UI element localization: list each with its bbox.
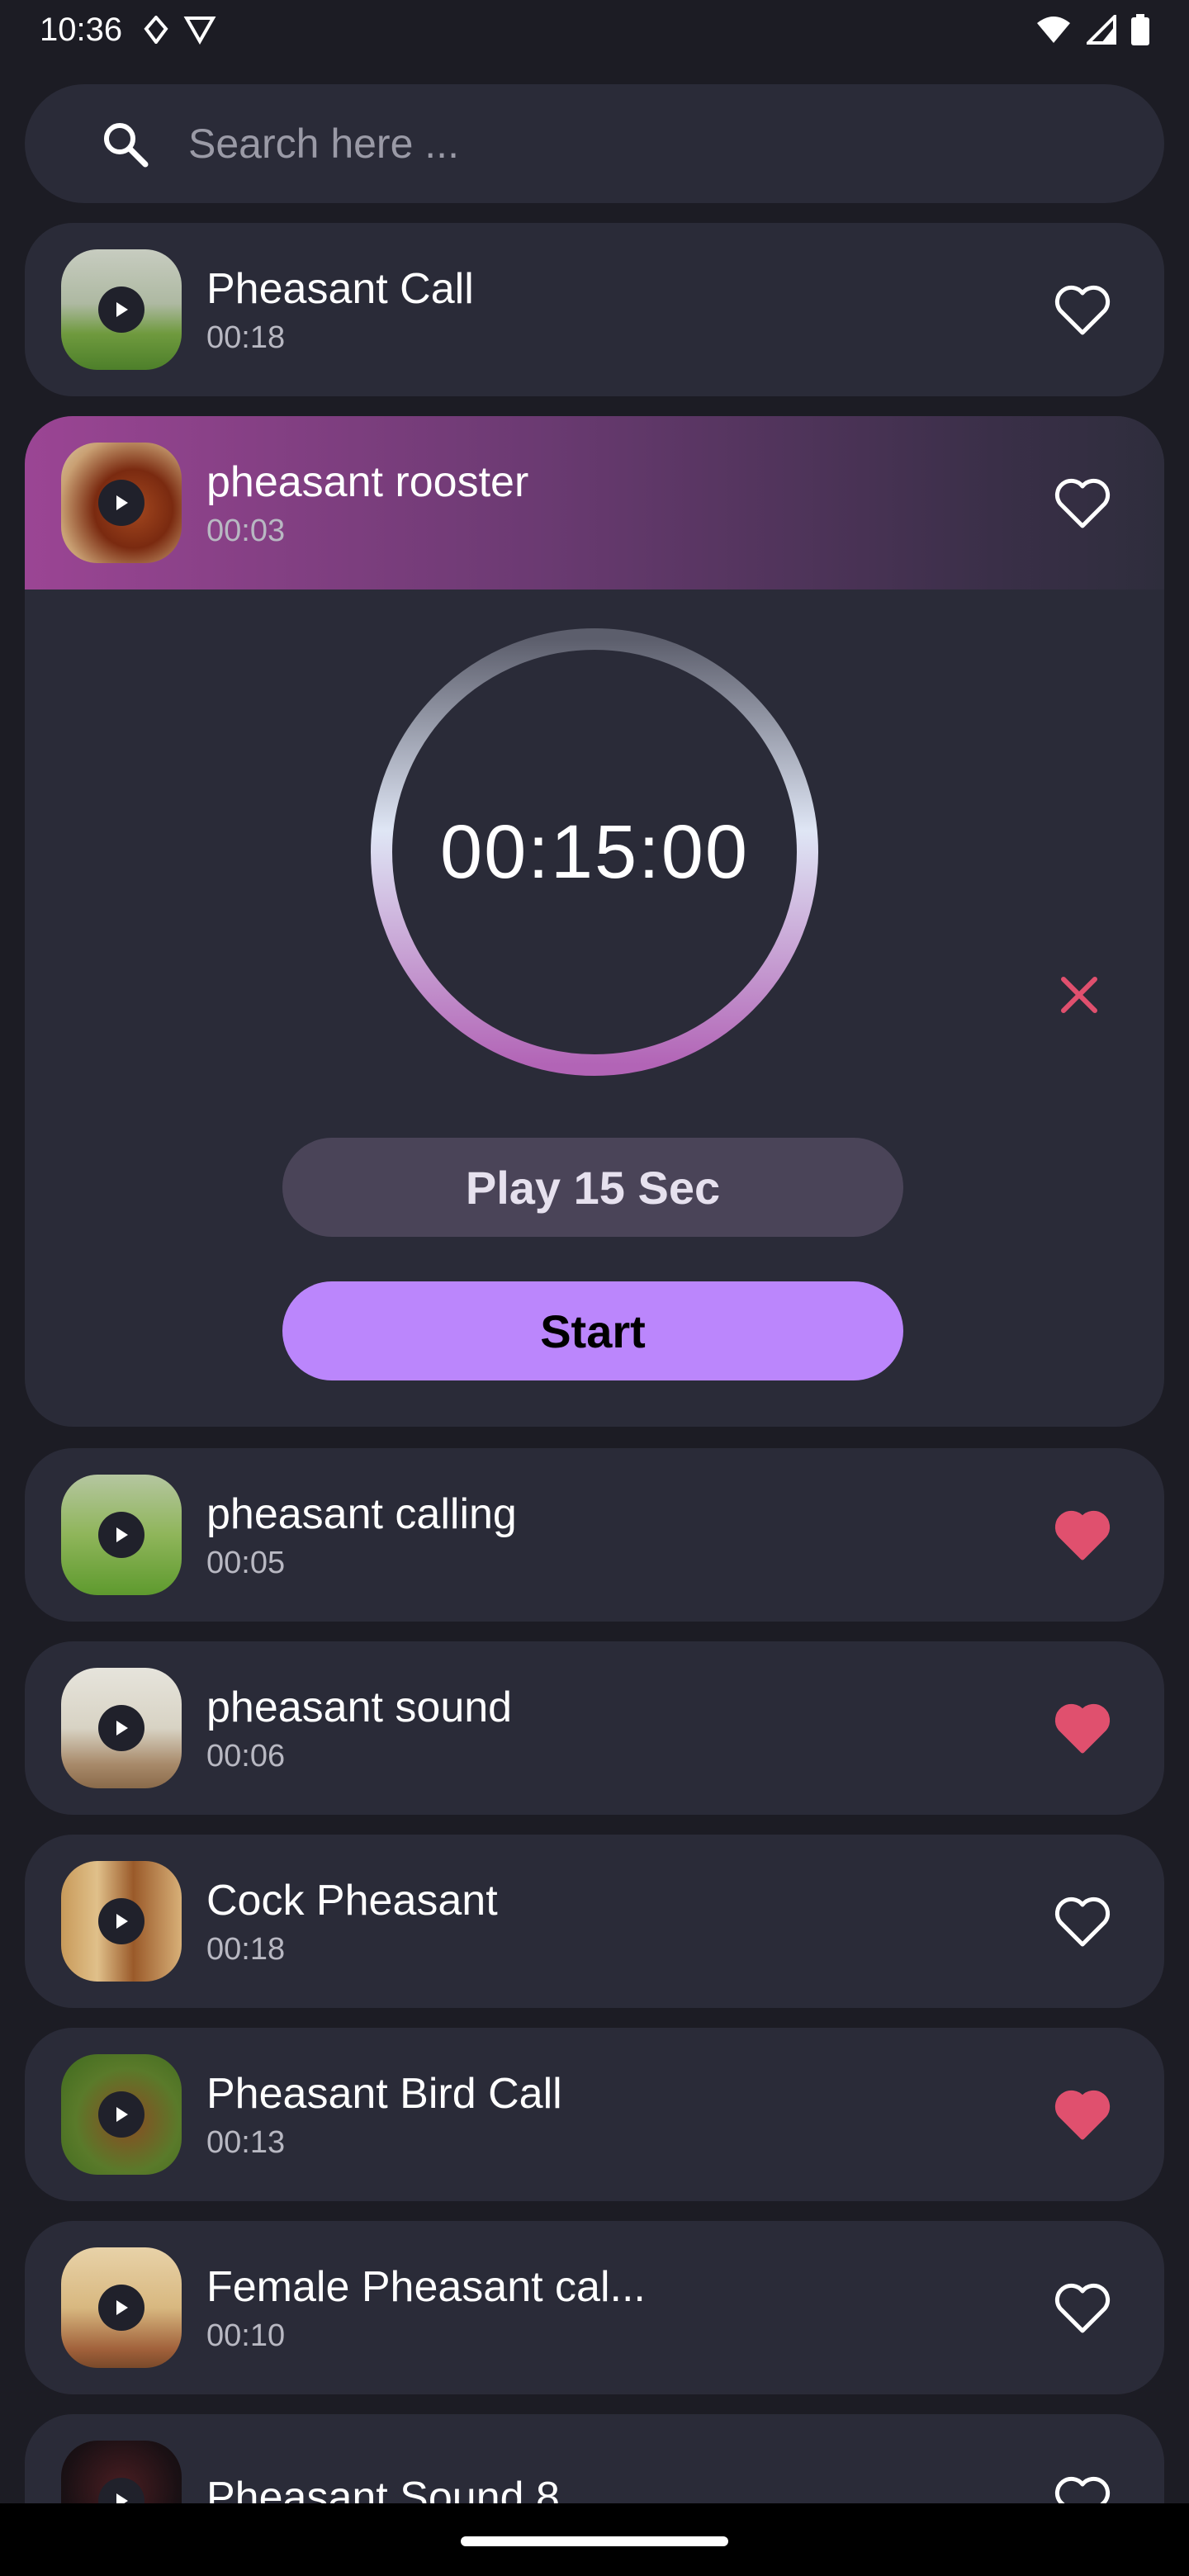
favorite-outline-icon[interactable]: [1054, 2474, 1111, 2503]
sound-duration: 00:18: [206, 1931, 286, 1967]
sound-title: Female Pheasant cal...: [206, 2262, 646, 2311]
sound-title: Pheasant Call: [206, 264, 474, 313]
search-bar[interactable]: Search here ...: [25, 84, 1164, 203]
battery-icon: [1131, 14, 1149, 45]
favorite-filled-icon[interactable]: [1054, 2088, 1111, 2141]
expanded-player-card: pheasant rooster 00:03 00:15:00 Play 15 …: [25, 416, 1164, 1427]
play-icon[interactable]: [98, 2285, 144, 2331]
list-item[interactable]: pheasant sound 00:06: [25, 1641, 1164, 1815]
sound-duration: 00:18: [206, 320, 286, 355]
status-bar: 10:36: [0, 0, 1189, 59]
thumbnail[interactable]: [61, 2247, 182, 2368]
notification-icon: [144, 16, 168, 44]
thumbnail[interactable]: [61, 1668, 182, 1788]
play-icon[interactable]: [98, 2091, 144, 2138]
navigation-bar: [0, 2503, 1189, 2576]
thumbnail[interactable]: [61, 2441, 182, 2503]
timer-ring: 00:15:00: [370, 627, 819, 1077]
sound-title: pheasant calling: [206, 1489, 517, 1538]
favorite-filled-icon[interactable]: [1054, 1508, 1111, 1561]
play-icon[interactable]: [98, 480, 144, 526]
sound-duration: 00:05: [206, 1545, 286, 1580]
thumbnail[interactable]: [61, 1861, 182, 1982]
play-duration-button[interactable]: Play 15 Sec: [282, 1138, 903, 1237]
expanded-item-header[interactable]: pheasant rooster 00:03: [25, 416, 1164, 590]
search-icon: [104, 123, 149, 168]
wifi-icon: [1037, 17, 1070, 43]
favorite-outline-icon[interactable]: [1054, 2281, 1111, 2334]
list-item[interactable]: Pheasant Sound 8: [25, 2414, 1164, 2503]
start-button[interactable]: Start: [282, 1281, 903, 1380]
list-item[interactable]: Pheasant Bird Call 00:13: [25, 2028, 1164, 2201]
screen: 10:36 Search here ... Pheasant Call 00:1: [0, 0, 1189, 2503]
sound-duration: 00:10: [206, 2318, 286, 2353]
favorite-filled-icon[interactable]: [1054, 1702, 1111, 1754]
favorite-outline-icon[interactable]: [1054, 476, 1111, 529]
thumbnail[interactable]: [61, 2054, 182, 2175]
list-item[interactable]: pheasant calling 00:05: [25, 1448, 1164, 1622]
list-item[interactable]: Cock Pheasant 00:18: [25, 1835, 1164, 2008]
thumbnail[interactable]: [61, 1475, 182, 1595]
favorite-outline-icon[interactable]: [1054, 283, 1111, 336]
home-gesture-handle[interactable]: [461, 2536, 728, 2546]
list-item[interactable]: Female Pheasant cal... 00:10: [25, 2221, 1164, 2394]
play-icon[interactable]: [98, 1898, 144, 1944]
thumbnail[interactable]: [61, 249, 182, 370]
vpn-icon: [183, 17, 216, 45]
sound-title: Pheasant Bird Call: [206, 2069, 562, 2118]
play-icon[interactable]: [98, 286, 144, 333]
status-time: 10:36: [40, 11, 123, 48]
sound-duration: 00:13: [206, 2124, 286, 2160]
search-input[interactable]: Search here ...: [188, 120, 459, 168]
signal-icon: [1087, 15, 1116, 45]
play-icon[interactable]: [98, 1512, 144, 1558]
favorite-outline-icon[interactable]: [1054, 1895, 1111, 1948]
sound-title: pheasant sound: [206, 1683, 513, 1731]
play-icon[interactable]: [98, 1705, 144, 1751]
timer-display: 00:15:00: [439, 809, 750, 894]
sound-title: Cock Pheasant: [206, 1876, 498, 1925]
thumbnail[interactable]: [61, 443, 182, 563]
sound-duration: 00:06: [206, 1738, 286, 1773]
sound-title: pheasant rooster: [206, 457, 529, 506]
list-item[interactable]: Pheasant Call 00:18: [25, 223, 1164, 396]
close-icon[interactable]: [1059, 974, 1100, 1016]
sound-title: Pheasant Sound 8: [206, 2474, 560, 2503]
sound-duration: 00:03: [206, 513, 286, 548]
